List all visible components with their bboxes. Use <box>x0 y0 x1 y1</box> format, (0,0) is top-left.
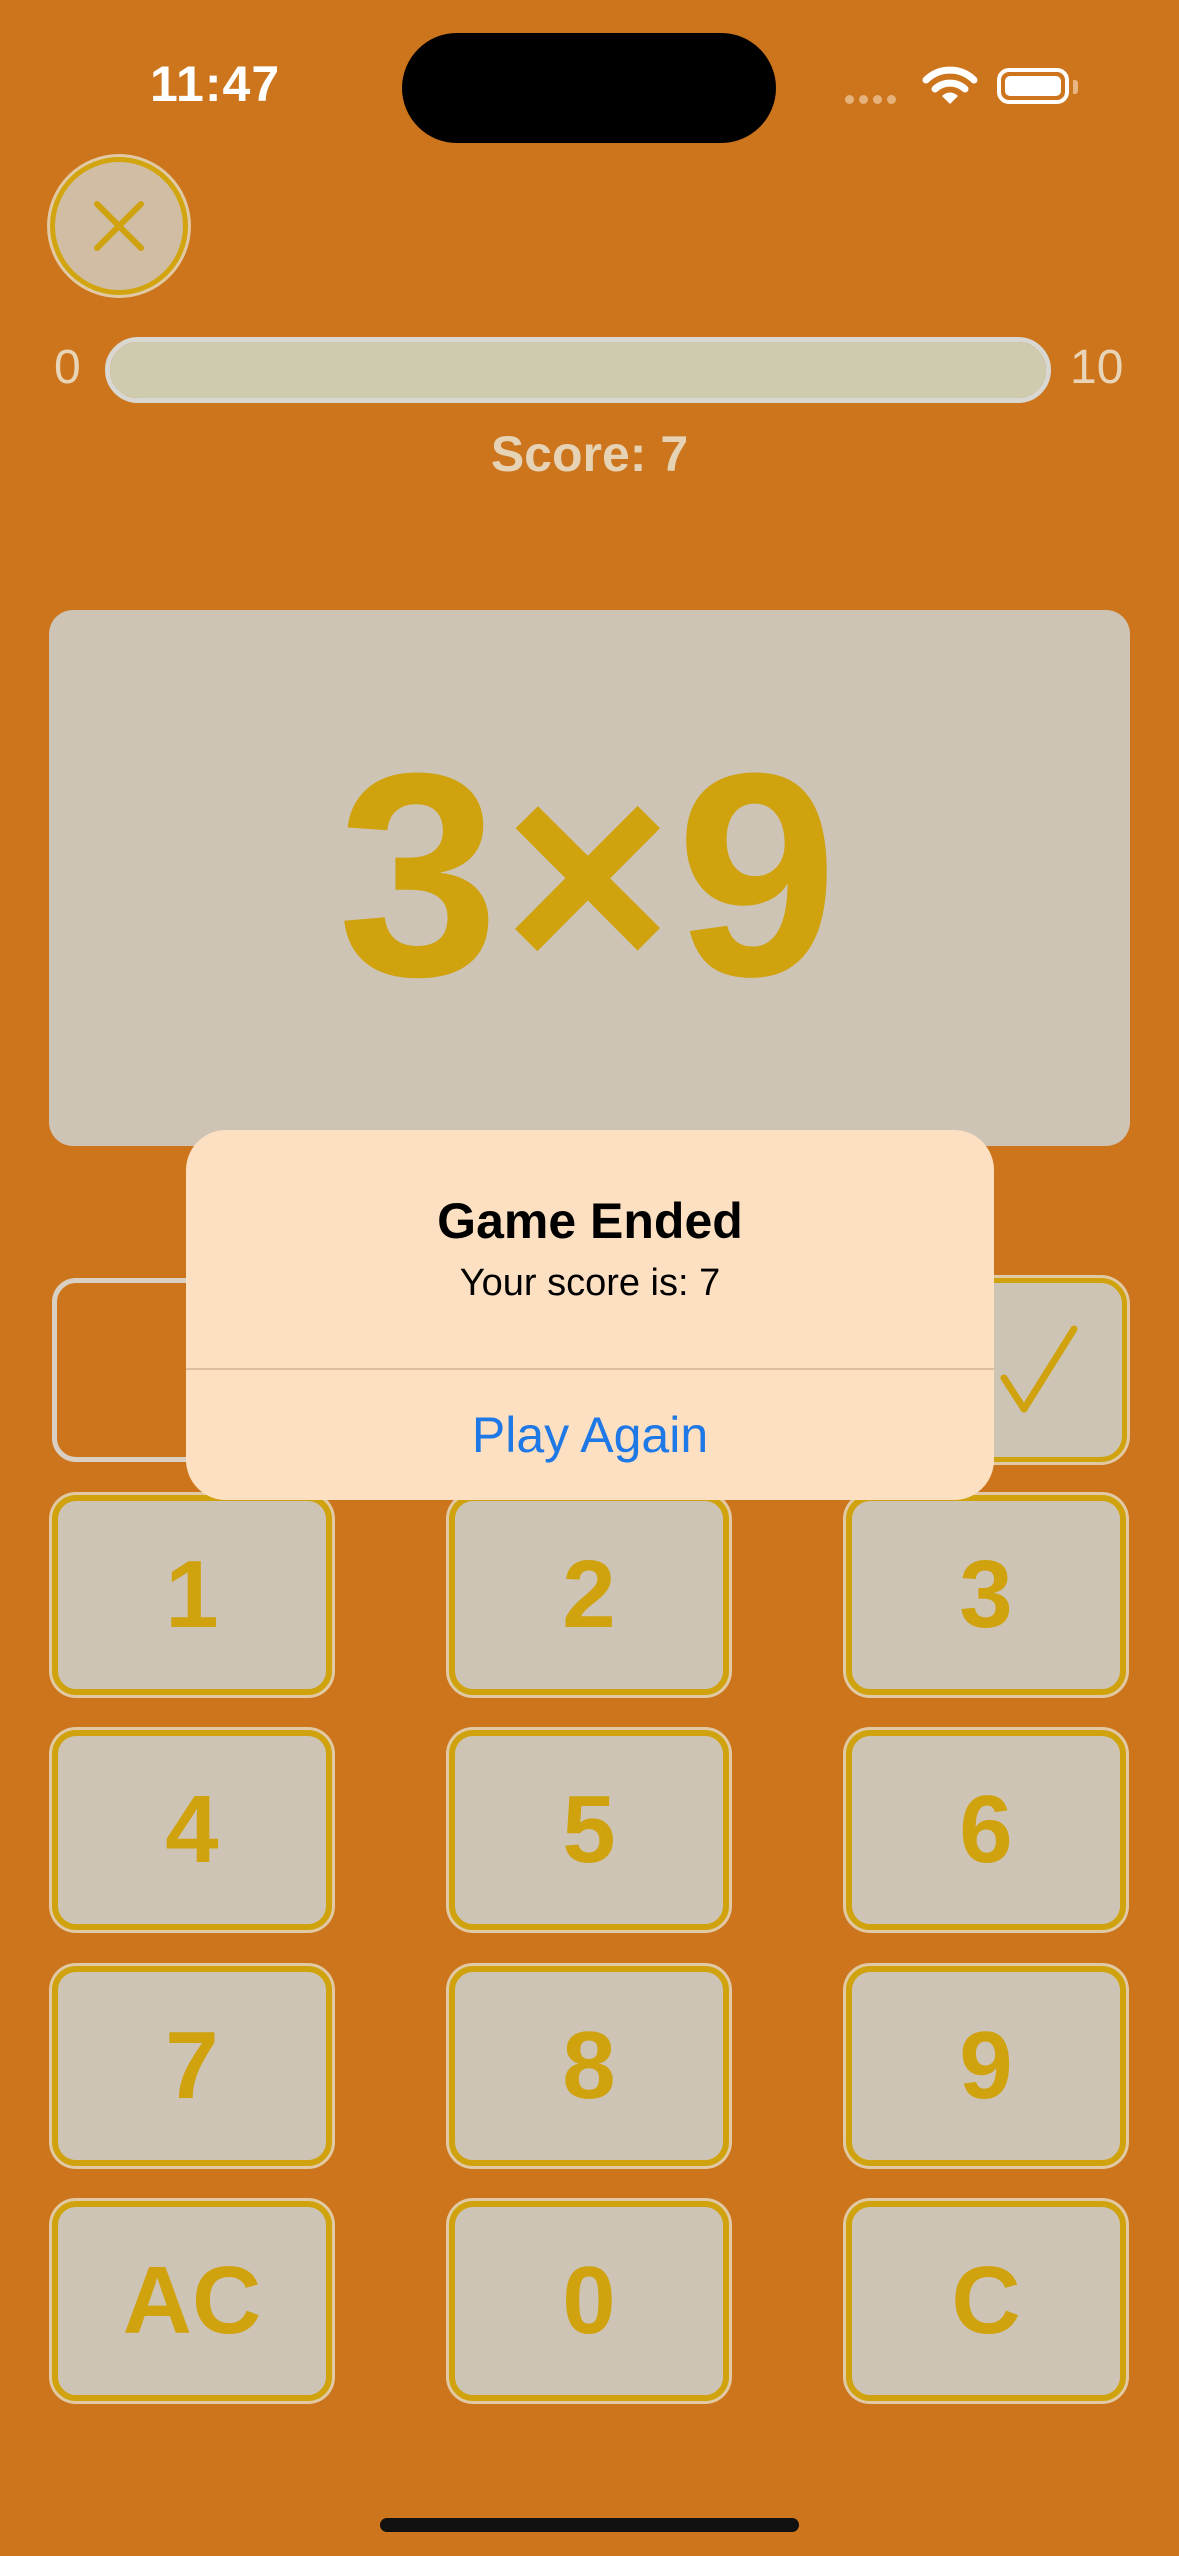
key-0[interactable]: 0 <box>449 2201 729 2401</box>
key-5[interactable]: 5 <box>449 1730 729 1930</box>
key-9[interactable]: 9 <box>846 1966 1126 2166</box>
home-indicator[interactable] <box>380 2518 799 2532</box>
question-card: 3×9 <box>49 610 1130 1146</box>
game-ended-alert: Game Ended Your score is: 7 Play Again <box>186 1130 994 1500</box>
close-button[interactable] <box>50 157 188 295</box>
dynamic-island <box>402 33 776 143</box>
battery-icon <box>997 68 1069 104</box>
question-text: 3×9 <box>337 713 842 1037</box>
key-7[interactable]: 7 <box>52 1966 332 2166</box>
key-3[interactable]: 3 <box>846 1495 1126 1695</box>
key-4[interactable]: 4 <box>52 1730 332 1930</box>
key-6[interactable]: 6 <box>846 1730 1126 1930</box>
alert-title: Game Ended <box>437 1193 743 1249</box>
wifi-icon <box>922 66 978 113</box>
alert-message: Your score is: 7 <box>459 1262 721 1304</box>
progress-fill <box>110 342 1046 398</box>
battery-nub <box>1073 80 1078 94</box>
score-label: Score: 7 <box>490 426 689 482</box>
key-8[interactable]: 8 <box>449 1966 729 2166</box>
key-all-clear[interactable]: AC <box>52 2201 332 2401</box>
play-again-button[interactable]: Play Again <box>186 1370 994 1500</box>
key-clear[interactable]: C <box>846 2201 1126 2401</box>
progress-min-label: 0 <box>54 341 81 394</box>
close-icon <box>94 201 144 251</box>
status-time: 11:47 <box>150 56 281 112</box>
progress-bar <box>105 337 1051 403</box>
checkmark-icon <box>1000 1325 1078 1413</box>
key-2[interactable]: 2 <box>449 1495 729 1695</box>
cellular-signal-icon <box>845 91 901 109</box>
key-1[interactable]: 1 <box>52 1495 332 1695</box>
progress-max-label: 10 <box>1070 341 1124 394</box>
